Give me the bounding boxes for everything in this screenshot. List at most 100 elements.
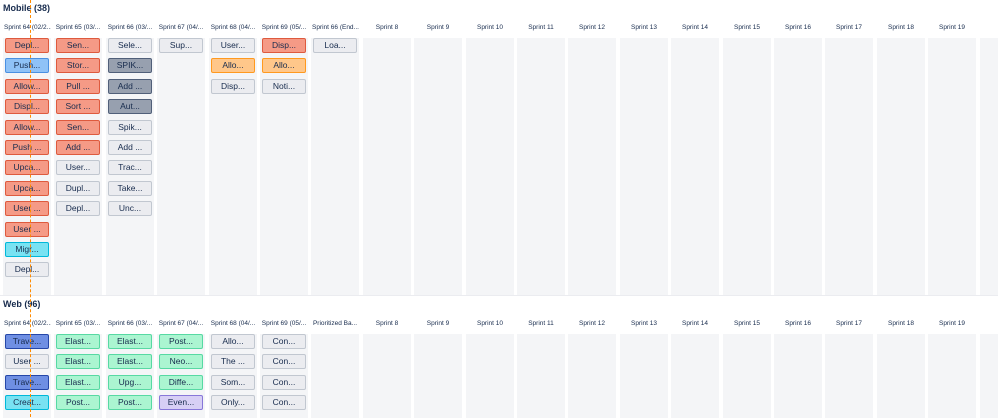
sprint-column-header[interactable]: Sprint 68 (04/... — [209, 18, 257, 38]
issue-card[interactable]: User ... — [5, 222, 49, 237]
sprint-column-header[interactable]: Sprint 9 — [414, 18, 462, 38]
issue-card[interactable]: Con... — [262, 334, 306, 349]
issue-card[interactable]: Sen... — [56, 120, 100, 135]
issue-card[interactable]: Upg... — [108, 375, 152, 390]
issue-card[interactable]: Take... — [108, 181, 152, 196]
issue-card[interactable]: Elast... — [56, 354, 100, 369]
issue-card[interactable]: Sen... — [56, 38, 100, 53]
issue-card[interactable]: Post... — [108, 395, 152, 410]
sprint-column-header[interactable]: Sprint 16 — [774, 314, 822, 334]
sprint-column-header[interactable]: Sprint 9 — [414, 314, 462, 334]
issue-card[interactable]: Post... — [56, 395, 100, 410]
sprint-column-header[interactable] — [980, 18, 998, 38]
issue-card[interactable]: Spik... — [108, 120, 152, 135]
sprint-column-header[interactable]: Sprint 64 (02/2... — [3, 18, 51, 38]
sprint-column-header[interactable]: Sprint 69 (05/... — [260, 18, 308, 38]
issue-card[interactable]: Dupl... — [56, 181, 100, 196]
issue-card[interactable]: Even... — [159, 395, 203, 410]
issue-card[interactable]: Only... — [211, 395, 255, 410]
issue-card[interactable]: Trave... — [5, 334, 49, 349]
sprint-column-header[interactable]: Sprint 11 — [517, 18, 565, 38]
issue-card[interactable]: Displ... — [5, 99, 49, 114]
issue-card[interactable]: Diffe... — [159, 375, 203, 390]
sprint-column-header[interactable]: Sprint 68 (04/... — [209, 314, 257, 334]
issue-card[interactable]: Disp... — [211, 79, 255, 94]
issue-card[interactable]: Trave... — [5, 375, 49, 390]
sprint-column-header[interactable]: Sprint 18 — [877, 18, 925, 38]
sprint-column-header[interactable]: Sprint 13 — [620, 314, 668, 334]
sprint-column-header[interactable]: Sprint 19 — [928, 314, 976, 334]
issue-card[interactable]: Depl... — [5, 38, 49, 53]
issue-card[interactable]: Sele... — [108, 38, 152, 53]
sprint-column-header[interactable]: Sprint 66 (03/... — [106, 314, 154, 334]
issue-card[interactable]: Con... — [262, 354, 306, 369]
issue-card[interactable]: Neo... — [159, 354, 203, 369]
sprint-column-header[interactable]: Sprint 12 — [568, 314, 616, 334]
issue-card[interactable]: Pull ... — [56, 79, 100, 94]
sprint-column-header[interactable]: Sprint 14 — [671, 18, 719, 38]
sprint-column-header[interactable]: Sprint 66 (End... — [311, 18, 359, 38]
sprint-column-header[interactable]: Sprint 13 — [620, 18, 668, 38]
issue-card[interactable]: Post... — [159, 334, 203, 349]
issue-card[interactable]: Elast... — [56, 375, 100, 390]
issue-card[interactable]: Con... — [262, 375, 306, 390]
sprint-column-header[interactable]: Sprint 69 (05/... — [260, 314, 308, 334]
issue-card[interactable]: Con... — [262, 395, 306, 410]
section-title[interactable]: Web (96) — [3, 299, 40, 309]
sprint-column-header[interactable]: Sprint 67 (04/... — [157, 18, 205, 38]
issue-card[interactable]: Push... — [5, 58, 49, 73]
sprint-column-header[interactable]: Sprint 19 — [928, 18, 976, 38]
issue-card[interactable]: Push ... — [5, 140, 49, 155]
issue-card[interactable]: Allow... — [5, 120, 49, 135]
sprint-column-header[interactable]: Sprint 15 — [723, 18, 771, 38]
issue-card[interactable]: Depl... — [56, 201, 100, 216]
sprint-column-header[interactable]: Sprint 18 — [877, 314, 925, 334]
issue-card[interactable]: Allo... — [211, 58, 255, 73]
issue-card[interactable]: Trac... — [108, 160, 152, 175]
sprint-column-header[interactable]: Sprint 15 — [723, 314, 771, 334]
issue-card[interactable]: Sup... — [159, 38, 203, 53]
sprint-column-header[interactable]: Sprint 14 — [671, 314, 719, 334]
sprint-column-header[interactable]: Sprint 17 — [825, 18, 873, 38]
sprint-column-header[interactable]: Sprint 10 — [466, 18, 514, 38]
issue-card[interactable]: Allo... — [262, 58, 306, 73]
issue-card[interactable]: User ... — [5, 354, 49, 369]
issue-card[interactable]: Elast... — [108, 354, 152, 369]
sprint-column-header[interactable]: Sprint 67 (04/... — [157, 314, 205, 334]
issue-card[interactable]: Unc... — [108, 201, 152, 216]
sprint-column-header[interactable]: Sprint 10 — [466, 314, 514, 334]
issue-card[interactable]: Elast... — [56, 334, 100, 349]
sprint-column-header[interactable] — [980, 314, 998, 334]
sprint-column-header[interactable]: Sprint 8 — [363, 18, 411, 38]
sprint-column-header[interactable]: Sprint 66 (03/... — [106, 18, 154, 38]
issue-card[interactable]: SPIK... — [108, 58, 152, 73]
sprint-column-header[interactable]: Sprint 17 — [825, 314, 873, 334]
issue-card[interactable]: Stor... — [56, 58, 100, 73]
issue-card[interactable]: Som... — [211, 375, 255, 390]
issue-card[interactable]: User... — [211, 38, 255, 53]
issue-card[interactable]: Aut... — [108, 99, 152, 114]
issue-card[interactable]: Elast... — [108, 334, 152, 349]
sprint-column-header[interactable]: Sprint 65 (03/... — [54, 314, 102, 334]
sprint-column-header[interactable]: Sprint 11 — [517, 314, 565, 334]
sprint-column-header[interactable]: Sprint 64 (02/2... — [3, 314, 51, 334]
issue-card[interactable]: Disp... — [262, 38, 306, 53]
issue-card[interactable]: Add ... — [108, 140, 152, 155]
issue-card[interactable]: Creat... — [5, 395, 49, 410]
issue-card[interactable]: Depl... — [5, 262, 49, 277]
issue-card[interactable]: Migr... — [5, 242, 49, 257]
issue-card[interactable]: User ... — [5, 201, 49, 216]
issue-card[interactable]: Noti... — [262, 79, 306, 94]
sprint-column-header[interactable]: Sprint 65 (03/... — [54, 18, 102, 38]
issue-card[interactable]: Allow... — [5, 79, 49, 94]
issue-card[interactable]: Upca... — [5, 181, 49, 196]
sprint-column-header[interactable]: Prioritized Ba... — [311, 314, 359, 334]
issue-card[interactable]: Upca... — [5, 160, 49, 175]
sprint-column-header[interactable]: Sprint 8 — [363, 314, 411, 334]
issue-card[interactable]: Loa... — [313, 38, 357, 53]
issue-card[interactable]: Allo... — [211, 334, 255, 349]
sprint-column-header[interactable]: Sprint 12 — [568, 18, 616, 38]
sprint-column-header[interactable]: Sprint 16 — [774, 18, 822, 38]
section-title[interactable]: Mobile (38) — [3, 3, 50, 13]
issue-card[interactable]: Add ... — [56, 140, 100, 155]
